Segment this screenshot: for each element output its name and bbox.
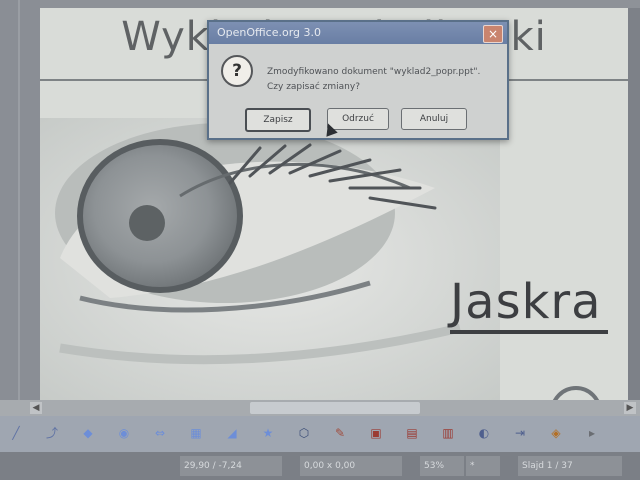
scroll-right-icon[interactable]: ▶ [624,402,636,414]
discard-button[interactable]: Odrzuć [327,108,389,130]
line-icon[interactable]: ╱ [8,425,24,441]
dialog-message-line1: Zmodyfikowano dokument "wyklad2_popr.ppt… [267,67,481,77]
glue-points-icon[interactable]: ✎ [332,425,348,441]
extrusion-icon[interactable]: ◐ [476,425,492,441]
callout-icon[interactable]: ◢ [224,425,240,441]
status-bar: 29,90 / -7,24 0,00 x 0,00 53% * Slajd 1 … [0,452,640,480]
diamond-shape-icon[interactable]: ◆ [80,425,96,441]
decorative-circle [550,386,602,400]
dialog-titlebar[interactable]: OpenOffice.org 3.0 × [209,22,507,44]
connector-icon[interactable]: ⤴ [44,425,60,441]
scroll-thumb[interactable] [250,402,420,414]
dialog-message-line2: Czy zapisać zmiany? [267,82,360,92]
close-button[interactable]: × [483,25,503,43]
save-button[interactable]: Zapisz [245,108,311,132]
star-shape-icon[interactable]: ★ [260,425,276,441]
gallery-icon[interactable]: ▥ [440,425,456,441]
toolbar-extra-icon[interactable]: ▸ [584,425,600,441]
status-size: 0,00 x 0,00 [300,456,402,476]
status-slide: Slajd 1 / 37 [518,456,622,476]
save-changes-dialog: OpenOffice.org 3.0 × ? Zmodyfikowano dok… [207,20,509,140]
horizontal-scrollbar[interactable]: ◀ ▶ [0,400,640,416]
dialog-title: OpenOffice.org 3.0 [217,26,322,39]
fontwork-icon[interactable]: ▣ [368,425,384,441]
question-icon: ? [221,55,253,87]
status-modified: * [466,456,500,476]
slide-headline: Jaskra [450,274,602,330]
app-left-margin [0,0,40,400]
headline-underline [450,330,608,334]
app-top-margin [40,0,640,8]
points-icon[interactable]: ⬡ [296,425,312,441]
transition-icon[interactable]: ⇥ [512,425,528,441]
status-position: 29,90 / -7,24 [180,456,282,476]
status-zoom[interactable]: 53% [420,456,464,476]
cancel-button[interactable]: Anuluj [401,108,467,130]
globe-shape-icon[interactable]: ◉ [116,425,132,441]
ruler-strip [18,0,20,400]
from-file-icon[interactable]: ▤ [404,425,420,441]
custom-animation-icon[interactable]: ◈ [548,425,564,441]
arrow-shape-icon[interactable]: ⇔ [152,425,168,441]
scroll-left-icon[interactable]: ◀ [30,402,42,414]
flowchart-icon[interactable]: ▦ [188,425,204,441]
drawing-toolbar: ╱ ⤴ ◆ ◉ ⇔ ▦ ◢ ★ ⬡ ✎ ▣ ▤ ▥ ◐ ⇥ ◈ ▸ [0,416,640,452]
eye-illustration [40,118,500,400]
